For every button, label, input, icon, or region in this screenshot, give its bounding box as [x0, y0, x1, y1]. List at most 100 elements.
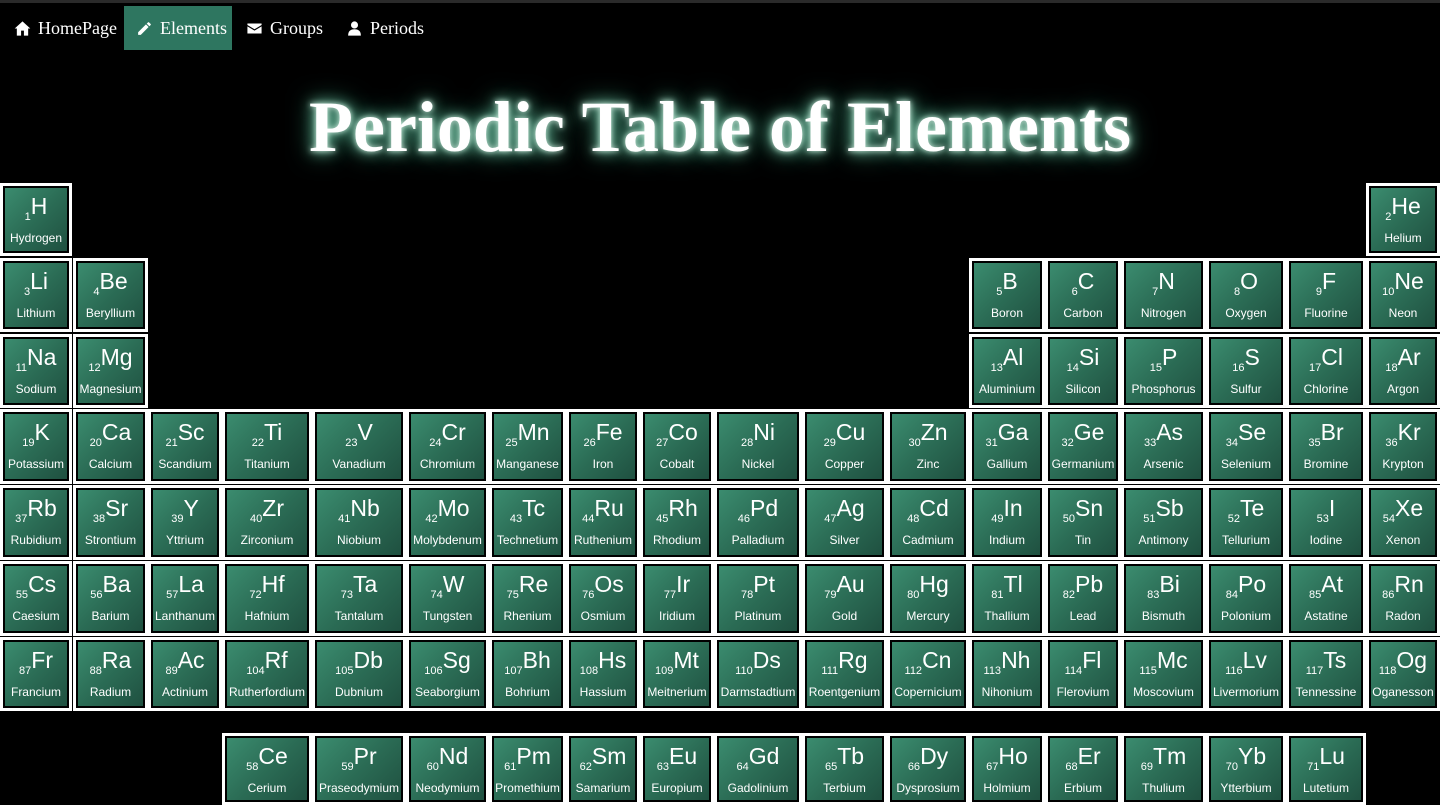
- nav-groups[interactable]: Groups: [234, 6, 335, 50]
- element-tile-indium[interactable]: 49In Indium: [969, 485, 1045, 560]
- element-tile-roentgenium[interactable]: 111Rg Roentgenium: [802, 637, 887, 711]
- element-tile-arsenic[interactable]: 33As Arsenic: [1121, 409, 1206, 484]
- element-tile-beryllium[interactable]: 4Be Beryllium: [73, 258, 148, 332]
- element-tile-xenon[interactable]: 54Xe Xenon: [1366, 485, 1440, 560]
- element-tile-tantalum[interactable]: 73Ta Tantalum: [312, 561, 406, 636]
- element-tile-sodium[interactable]: 11Na Sodium: [0, 334, 72, 408]
- element-tile-terbium[interactable]: 65Tb Terbium: [802, 733, 887, 805]
- element-tile-lithium[interactable]: 3Li Lithium: [0, 258, 72, 332]
- element-tile-darmstadtium[interactable]: 110Ds Darmstadtium: [714, 637, 802, 711]
- element-tile-flerovium[interactable]: 114Fl Flerovium: [1045, 637, 1121, 711]
- element-tile-aluminium[interactable]: 13Al Aluminium: [969, 334, 1045, 408]
- element-tile-carbon[interactable]: 6C Carbon: [1045, 258, 1121, 332]
- element-tile-yttrium[interactable]: 39Y Yttrium: [148, 485, 222, 560]
- element-tile-francium[interactable]: 87Fr Francium: [0, 637, 72, 711]
- element-tile-meitnerium[interactable]: 109Mt Meitnerium: [640, 637, 714, 711]
- element-tile-chlorine[interactable]: 17Cl Chlorine: [1286, 334, 1366, 408]
- element-tile-rhodium[interactable]: 45Rh Rhodium: [640, 485, 714, 560]
- element-tile-promethium[interactable]: 61Pm Promethium: [489, 733, 566, 805]
- element-tile-fluorine[interactable]: 9F Fluorine: [1286, 258, 1366, 332]
- element-tile-gadolinium[interactable]: 64Gd Gadolinium: [714, 733, 802, 805]
- element-tile-nitrogen[interactable]: 7N Nitrogen: [1121, 258, 1206, 332]
- element-tile-sulfur[interactable]: 16S Sulfur: [1206, 334, 1286, 408]
- element-tile-astatine[interactable]: 85At Astatine: [1286, 561, 1366, 636]
- element-tile-rubidium[interactable]: 37Rb Rubidium: [0, 485, 72, 560]
- element-tile-helium[interactable]: 2He Helium: [1366, 183, 1440, 256]
- element-tile-moscovium[interactable]: 115Mc Moscovium: [1121, 637, 1206, 711]
- element-tile-neodymium[interactable]: 60Nd Neodymium: [406, 733, 489, 805]
- element-tile-phosphorus[interactable]: 15P Phosphorus: [1121, 334, 1206, 408]
- element-tile-lutetium[interactable]: 71Lu Lutetium: [1286, 733, 1366, 805]
- element-tile-krypton[interactable]: 36Kr Krypton: [1366, 409, 1440, 484]
- element-tile-zinc[interactable]: 30Zn Zinc: [887, 409, 969, 484]
- element-tile-niobium[interactable]: 41Nb Niobium: [312, 485, 406, 560]
- element-tile-thulium[interactable]: 69Tm Thulium: [1121, 733, 1206, 805]
- element-tile-tin[interactable]: 50Sn Tin: [1045, 485, 1121, 560]
- element-tile-molybdenum[interactable]: 42Mo Molybdenum: [406, 485, 489, 560]
- element-tile-radon[interactable]: 86Rn Radon: [1366, 561, 1440, 636]
- element-tile-potassium[interactable]: 19K Potassium: [0, 409, 72, 484]
- element-tile-oxygen[interactable]: 8O Oxygen: [1206, 258, 1286, 332]
- element-tile-magnesium[interactable]: 12Mg Magnesium: [73, 334, 148, 408]
- element-tile-ruthenium[interactable]: 44Ru Ruthenium: [566, 485, 640, 560]
- element-tile-hassium[interactable]: 108Hs Hassium: [566, 637, 640, 711]
- element-tile-samarium[interactable]: 62Sm Samarium: [566, 733, 640, 805]
- element-tile-oganesson[interactable]: 118Og Oganesson: [1366, 637, 1440, 711]
- element-tile-seaborgium[interactable]: 106Sg Seaborgium: [406, 637, 489, 711]
- element-tile-iron[interactable]: 26Fe Iron: [566, 409, 640, 484]
- element-tile-holmium[interactable]: 67Ho Holmium: [969, 733, 1045, 805]
- element-tile-dubnium[interactable]: 105Db Dubnium: [312, 637, 406, 711]
- element-tile-hafnium[interactable]: 72Hf Hafnium: [222, 561, 312, 636]
- element-tile-thallium[interactable]: 81Tl Thallium: [969, 561, 1045, 636]
- element-tile-lanthanum[interactable]: 57La Lanthanum: [148, 561, 222, 636]
- element-tile-praseodymium[interactable]: 59Pr Praseodymium: [312, 733, 406, 805]
- element-tile-rhenium[interactable]: 75Re Rhenium: [489, 561, 566, 636]
- element-tile-bromine[interactable]: 35Br Bromine: [1286, 409, 1366, 484]
- element-tile-bismuth[interactable]: 83Bi Bismuth: [1121, 561, 1206, 636]
- element-tile-barium[interactable]: 56Ba Barium: [73, 561, 148, 636]
- element-tile-erbium[interactable]: 68Er Erbium: [1045, 733, 1121, 805]
- element-tile-ytterbium[interactable]: 70Yb Ytterbium: [1206, 733, 1286, 805]
- element-tile-mercury[interactable]: 80Hg Mercury: [887, 561, 969, 636]
- element-tile-rutherfordium[interactable]: 104Rf Rutherfordium: [222, 637, 312, 711]
- element-tile-copper[interactable]: 29Cu Copper: [802, 409, 887, 484]
- element-tile-gallium[interactable]: 31Ga Gallium: [969, 409, 1045, 484]
- element-tile-tennessine[interactable]: 117Ts Tennessine: [1286, 637, 1366, 711]
- element-tile-cadmium[interactable]: 48Cd Cadmium: [887, 485, 969, 560]
- element-tile-hydrogen[interactable]: 1H Hydrogen: [0, 183, 72, 256]
- nav-periods[interactable]: Periods: [334, 6, 436, 50]
- element-tile-vanadium[interactable]: 23V Vanadium: [312, 409, 406, 484]
- element-tile-titanium[interactable]: 22Ti Titanium: [222, 409, 312, 484]
- element-tile-nihonium[interactable]: 113Nh Nihonium: [969, 637, 1045, 711]
- element-tile-cobalt[interactable]: 27Co Cobalt: [640, 409, 714, 484]
- element-tile-bohrium[interactable]: 107Bh Bohrium: [489, 637, 566, 711]
- element-tile-iodine[interactable]: 53I Iodine: [1286, 485, 1366, 560]
- element-tile-tungsten[interactable]: 74W Tungsten: [406, 561, 489, 636]
- element-tile-gold[interactable]: 79Au Gold: [802, 561, 887, 636]
- element-tile-manganese[interactable]: 25Mn Manganese: [489, 409, 566, 484]
- element-tile-zirconium[interactable]: 40Zr Zirconium: [222, 485, 312, 560]
- element-tile-dysprosium[interactable]: 66Dy Dysprosium: [887, 733, 969, 805]
- element-tile-polonium[interactable]: 84Po Polonium: [1206, 561, 1286, 636]
- element-tile-chromium[interactable]: 24Cr Chromium: [406, 409, 489, 484]
- element-tile-actinium[interactable]: 89Ac Actinium: [148, 637, 222, 711]
- element-tile-osmium[interactable]: 76Os Osmium: [566, 561, 640, 636]
- element-tile-silicon[interactable]: 14Si Silicon: [1045, 334, 1121, 408]
- element-tile-technetium[interactable]: 43Tc Technetium: [489, 485, 566, 560]
- element-tile-germanium[interactable]: 32Ge Germanium: [1045, 409, 1121, 484]
- element-tile-radium[interactable]: 88Ra Radium: [73, 637, 148, 711]
- element-tile-tellurium[interactable]: 52Te Tellurium: [1206, 485, 1286, 560]
- nav-homepage[interactable]: HomePage: [2, 6, 129, 50]
- element-tile-neon[interactable]: 10Ne Neon: [1366, 258, 1440, 332]
- element-tile-copernicium[interactable]: 112Cn Copernicium: [887, 637, 969, 711]
- nav-elements[interactable]: Elements: [124, 6, 232, 50]
- element-tile-europium[interactable]: 63Eu Europium: [640, 733, 714, 805]
- element-tile-caesium[interactable]: 55Cs Caesium: [0, 561, 72, 636]
- element-tile-iridium[interactable]: 77Ir Iridium: [640, 561, 714, 636]
- element-tile-silver[interactable]: 47Ag Silver: [802, 485, 887, 560]
- element-tile-livermorium[interactable]: 116Lv Livermorium: [1206, 637, 1286, 711]
- element-tile-scandium[interactable]: 21Sc Scandium: [148, 409, 222, 484]
- element-tile-cerium[interactable]: 58Ce Cerium: [222, 733, 312, 805]
- element-tile-selenium[interactable]: 34Se Selenium: [1206, 409, 1286, 484]
- element-tile-lead[interactable]: 82Pb Lead: [1045, 561, 1121, 636]
